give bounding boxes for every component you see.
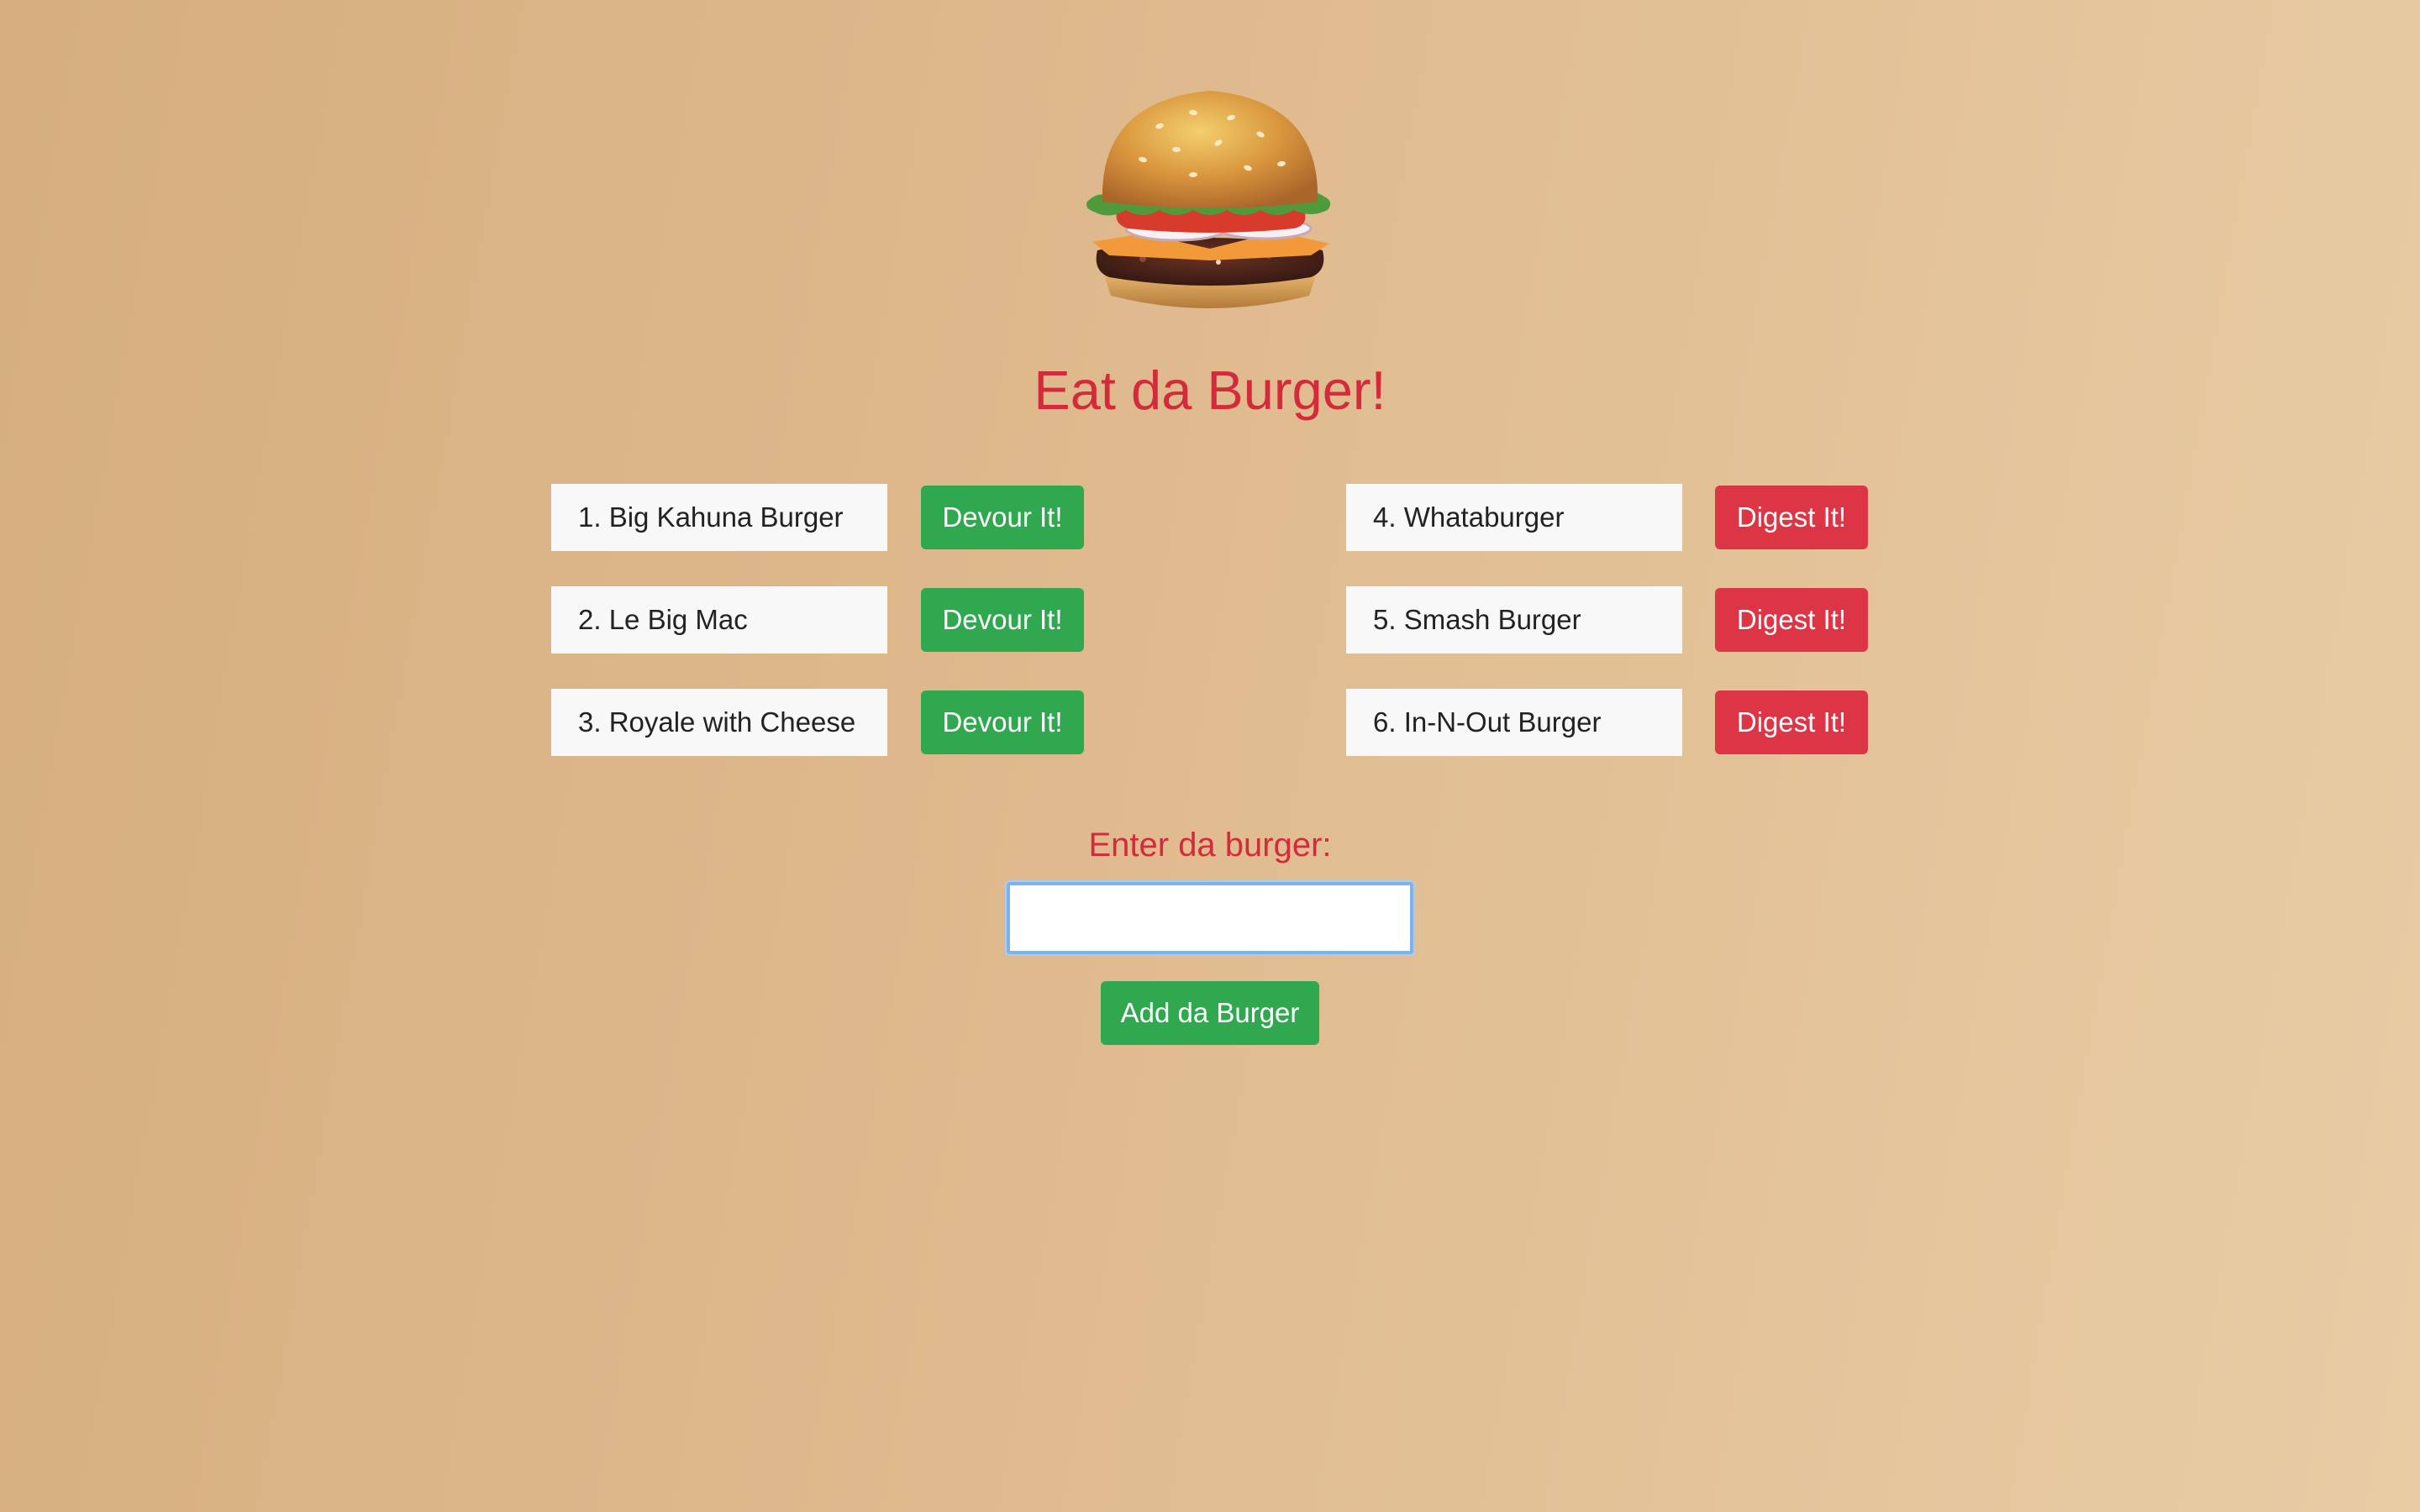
undevoured-burger-item: 2. Le Big Mac <box>551 586 887 654</box>
devour-button[interactable]: Devour It! <box>921 486 1084 549</box>
digest-button[interactable]: Digest It! <box>1715 486 1868 549</box>
devour-button[interactable]: Devour It! <box>921 690 1084 754</box>
burger-logo-icon <box>1086 91 1331 308</box>
digest-button[interactable]: Digest It! <box>1715 588 1868 652</box>
devour-button[interactable]: Devour It! <box>921 588 1084 652</box>
devoured-burger-item: 6. In-N-Out Burger <box>1346 689 1682 756</box>
page-title: Eat da Burger! <box>1034 360 1386 421</box>
burger-name-input[interactable] <box>1007 882 1413 954</box>
undevoured-burger-item: 1. Big Kahuna Burger <box>551 484 887 551</box>
burger-input-label: Enter da burger: <box>1088 827 1332 864</box>
digest-button[interactable]: Digest It! <box>1715 690 1868 754</box>
devoured-burger-item: 5. Smash Burger <box>1346 586 1682 654</box>
add-burger-button[interactable]: Add da Burger <box>1101 981 1319 1045</box>
undevoured-burger-item: 3. Royale with Cheese <box>551 689 887 756</box>
devoured-burger-item: 4. Whataburger <box>1346 484 1682 551</box>
